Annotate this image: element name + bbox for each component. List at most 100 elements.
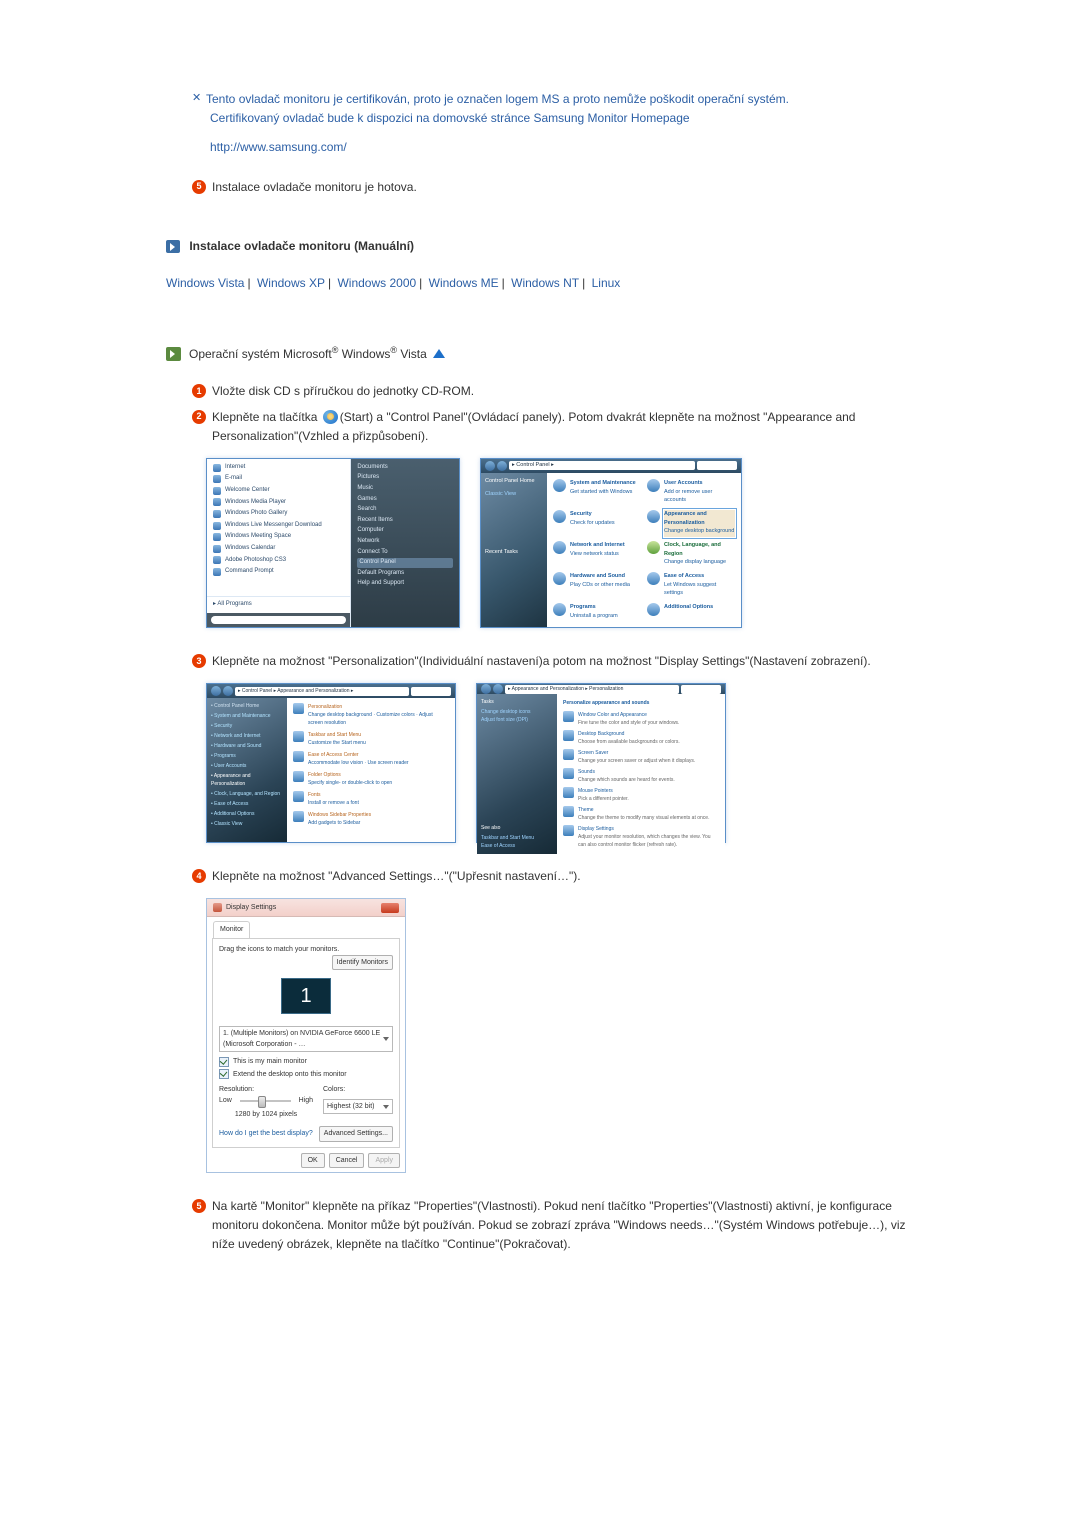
monitor-preview[interactable]: 1 bbox=[241, 970, 371, 1022]
startmenu-item[interactable]: Command Prompt bbox=[213, 567, 344, 577]
appearance-sidebar-item[interactable]: • Ease of Access bbox=[211, 800, 283, 808]
apply-button[interactable]: Apply bbox=[368, 1153, 400, 1168]
step5-text: Na kartě "Monitor" klepněte na příkaz "P… bbox=[212, 1197, 930, 1255]
startmenu-right-item[interactable]: Pictures bbox=[357, 473, 453, 483]
link-linux[interactable]: Linux bbox=[592, 276, 621, 290]
appearance-main-item[interactable]: Ease of Access CenterAccommodate low vis… bbox=[293, 751, 449, 767]
startmenu-item[interactable]: Welcome Center bbox=[213, 486, 344, 496]
appearance-sidebar-item[interactable]: • Security bbox=[211, 722, 283, 730]
personalization-seealso-item[interactable]: Ease of Access bbox=[481, 842, 553, 850]
section-title-text: Instalace ovladače monitoru (Manuální) bbox=[189, 239, 414, 253]
startmenu-item[interactable]: Windows Media Player bbox=[213, 498, 344, 508]
startmenu-right-item[interactable]: Documents bbox=[357, 463, 453, 473]
link-windows-2000[interactable]: Windows 2000 bbox=[337, 276, 416, 290]
startmenu-right-item[interactable]: Games bbox=[357, 495, 453, 505]
colors-dropdown[interactable]: Highest (32 bit) bbox=[323, 1099, 393, 1114]
best-display-help-link[interactable]: How do I get the best display? bbox=[219, 1128, 313, 1139]
control-panel-category[interactable]: Hardware and SoundPlay CDs or other medi… bbox=[553, 572, 641, 599]
startmenu-right-item[interactable]: Default Programs bbox=[357, 569, 453, 579]
startmenu-item[interactable]: Windows Meeting Space bbox=[213, 532, 344, 542]
chk-main-monitor[interactable]: This is my main monitor bbox=[219, 1056, 393, 1067]
control-panel-category[interactable]: Ease of AccessLet Windows suggest settin… bbox=[647, 572, 735, 599]
step3-text: Klepněte na možnost "Personalization"(In… bbox=[212, 652, 930, 671]
control-panel-category[interactable]: SecurityCheck for updates bbox=[553, 510, 641, 537]
link-windows-vista[interactable]: Windows Vista bbox=[166, 276, 244, 290]
monitor-1-icon[interactable]: 1 bbox=[281, 978, 331, 1014]
appearance-sidebar-item[interactable]: • Hardware and Sound bbox=[211, 742, 283, 750]
personalization-sidebar-item[interactable]: Adjust font size (DPI) bbox=[481, 716, 553, 724]
identify-monitors-button[interactable]: Identify Monitors bbox=[332, 955, 393, 970]
control-panel-category[interactable]: System and MaintenanceGet started with W… bbox=[553, 479, 641, 506]
control-panel-category[interactable]: Clock, Language, and RegionChange displa… bbox=[647, 541, 735, 568]
startmenu-item[interactable]: Windows Calendar bbox=[213, 544, 344, 554]
startmenu-right-item[interactable]: Connect To bbox=[357, 548, 453, 558]
screenshot-control-panel: ▸ Control Panel ▸ Control Panel Home Cla… bbox=[480, 458, 742, 628]
startmenu-right-item[interactable]: Network bbox=[357, 537, 453, 547]
personalization-main-item[interactable]: Screen SaverChange your screen saver or … bbox=[563, 749, 719, 765]
appearance-sidebar-item[interactable]: • User Accounts bbox=[211, 762, 283, 770]
startmenu-item[interactable]: E-mail bbox=[213, 474, 344, 484]
control-panel-category[interactable]: Appearance and PersonalizationChange des… bbox=[647, 510, 735, 537]
appearance-sidebar-item[interactable]: • Control Panel Home bbox=[211, 702, 283, 710]
appearance-sidebar-item[interactable]: • Programs bbox=[211, 752, 283, 760]
dialog-icon bbox=[213, 903, 222, 912]
startmenu-item[interactable]: Windows Live Messenger Download bbox=[213, 521, 344, 531]
link-windows-me[interactable]: Windows ME bbox=[429, 276, 499, 290]
appearance-sidebar-item[interactable]: • Network and Internet bbox=[211, 732, 283, 740]
note-text-2: Certifikovaný ovladač bude k dispozici n… bbox=[210, 109, 930, 128]
link-windows-nt[interactable]: Windows NT bbox=[511, 276, 579, 290]
collapse-up-icon[interactable] bbox=[433, 349, 445, 358]
resolution-value: 1280 by 1024 pixels bbox=[219, 1109, 313, 1120]
appearance-sidebar-item[interactable]: • System and Maintenance bbox=[211, 712, 283, 720]
drag-instruction: Drag the icons to match your monitors. bbox=[219, 946, 339, 953]
startmenu-item[interactable]: Windows Photo Gallery bbox=[213, 509, 344, 519]
appearance-main-item[interactable]: Folder OptionsSpecify single- or double-… bbox=[293, 771, 449, 787]
personalization-main-item[interactable]: Mouse PointersPick a different pointer. bbox=[563, 787, 719, 803]
startmenu-right-item[interactable]: Help and Support bbox=[357, 579, 453, 589]
appearance-main-item[interactable]: FontsInstall or remove a font bbox=[293, 791, 449, 807]
personalization-seealso-item[interactable]: Taskbar and Start Menu bbox=[481, 834, 553, 842]
cancel-button[interactable]: Cancel bbox=[329, 1153, 365, 1168]
startmenu-item[interactable]: Internet bbox=[213, 463, 344, 473]
appearance-main-item[interactable]: Taskbar and Start MenuCustomize the Star… bbox=[293, 731, 449, 747]
section-arrow-icon bbox=[166, 240, 180, 253]
control-panel-category[interactable]: Network and InternetView network status bbox=[553, 541, 641, 568]
tab-monitor[interactable]: Monitor bbox=[213, 921, 250, 937]
appearance-main-item[interactable]: Windows Sidebar PropertiesAdd gadgets to… bbox=[293, 811, 449, 827]
control-panel-category[interactable]: User AccountsAdd or remove user accounts bbox=[647, 479, 735, 506]
step-number-1-icon: 1 bbox=[192, 384, 206, 398]
personalization-main-item[interactable]: Desktop BackgroundChoose from available … bbox=[563, 730, 719, 746]
control-panel-category[interactable]: Additional Options bbox=[647, 603, 735, 621]
startmenu-right-item[interactable]: Music bbox=[357, 484, 453, 494]
close-icon[interactable] bbox=[381, 903, 399, 913]
samsung-url-link[interactable]: http://www.samsung.com/ bbox=[210, 140, 347, 154]
startmenu-item[interactable]: Adobe Photoshop CS3 bbox=[213, 556, 344, 566]
personalization-sidebar-item[interactable]: Change desktop icons bbox=[481, 708, 553, 716]
startmenu-right-item[interactable]: Recent Items bbox=[357, 516, 453, 526]
personalization-main-item[interactable]: Window Color and AppearanceFine tune the… bbox=[563, 711, 719, 727]
control-panel-category[interactable]: ProgramsUninstall a program bbox=[553, 603, 641, 621]
ok-button[interactable]: OK bbox=[301, 1153, 325, 1168]
startmenu-right-item[interactable]: Control Panel bbox=[357, 558, 453, 568]
startmenu-right-item[interactable]: Search bbox=[357, 505, 453, 515]
appearance-sidebar-item[interactable]: • Classic View bbox=[211, 820, 283, 828]
resolution-slider[interactable] bbox=[240, 1100, 291, 1102]
screenshot-start-menu: InternetE-mail Welcome Center Windows Medi… bbox=[206, 458, 460, 628]
appearance-sidebar-item[interactable]: • Additional Options bbox=[211, 810, 283, 818]
personalization-main-item[interactable]: ThemeChange the theme to modify many vis… bbox=[563, 806, 719, 822]
personalization-main-item[interactable]: Display SettingsAdjust your monitor reso… bbox=[563, 825, 719, 849]
start-orb-icon bbox=[323, 410, 338, 424]
appearance-main-item[interactable]: PersonalizationChange desktop background… bbox=[293, 703, 449, 727]
personalization-main-item[interactable]: SoundsChange which sounds are heard for … bbox=[563, 768, 719, 784]
appearance-sidebar-item[interactable]: • Appearance and Personalization bbox=[211, 772, 283, 788]
step-number-3-icon: 3 bbox=[192, 654, 206, 668]
link-windows-xp[interactable]: Windows XP bbox=[257, 276, 325, 290]
os-expand-icon[interactable] bbox=[166, 347, 181, 361]
chk-extend-desktop[interactable]: Extend the desktop onto this monitor bbox=[219, 1069, 393, 1080]
monitor-dropdown[interactable]: 1. (Multiple Monitors) on NVIDIA GeForce… bbox=[219, 1026, 393, 1052]
startmenu-right-item[interactable]: Computer bbox=[357, 526, 453, 536]
screenshot-personalization: ▸ Appearance and Personalization ▸ Perso… bbox=[476, 683, 726, 843]
advanced-settings-button[interactable]: Advanced Settings... bbox=[319, 1126, 393, 1141]
appearance-sidebar-item[interactable]: • Clock, Language, and Region bbox=[211, 790, 283, 798]
step2-text: Klepněte na tlačítka (Start) a "Control … bbox=[212, 408, 930, 446]
